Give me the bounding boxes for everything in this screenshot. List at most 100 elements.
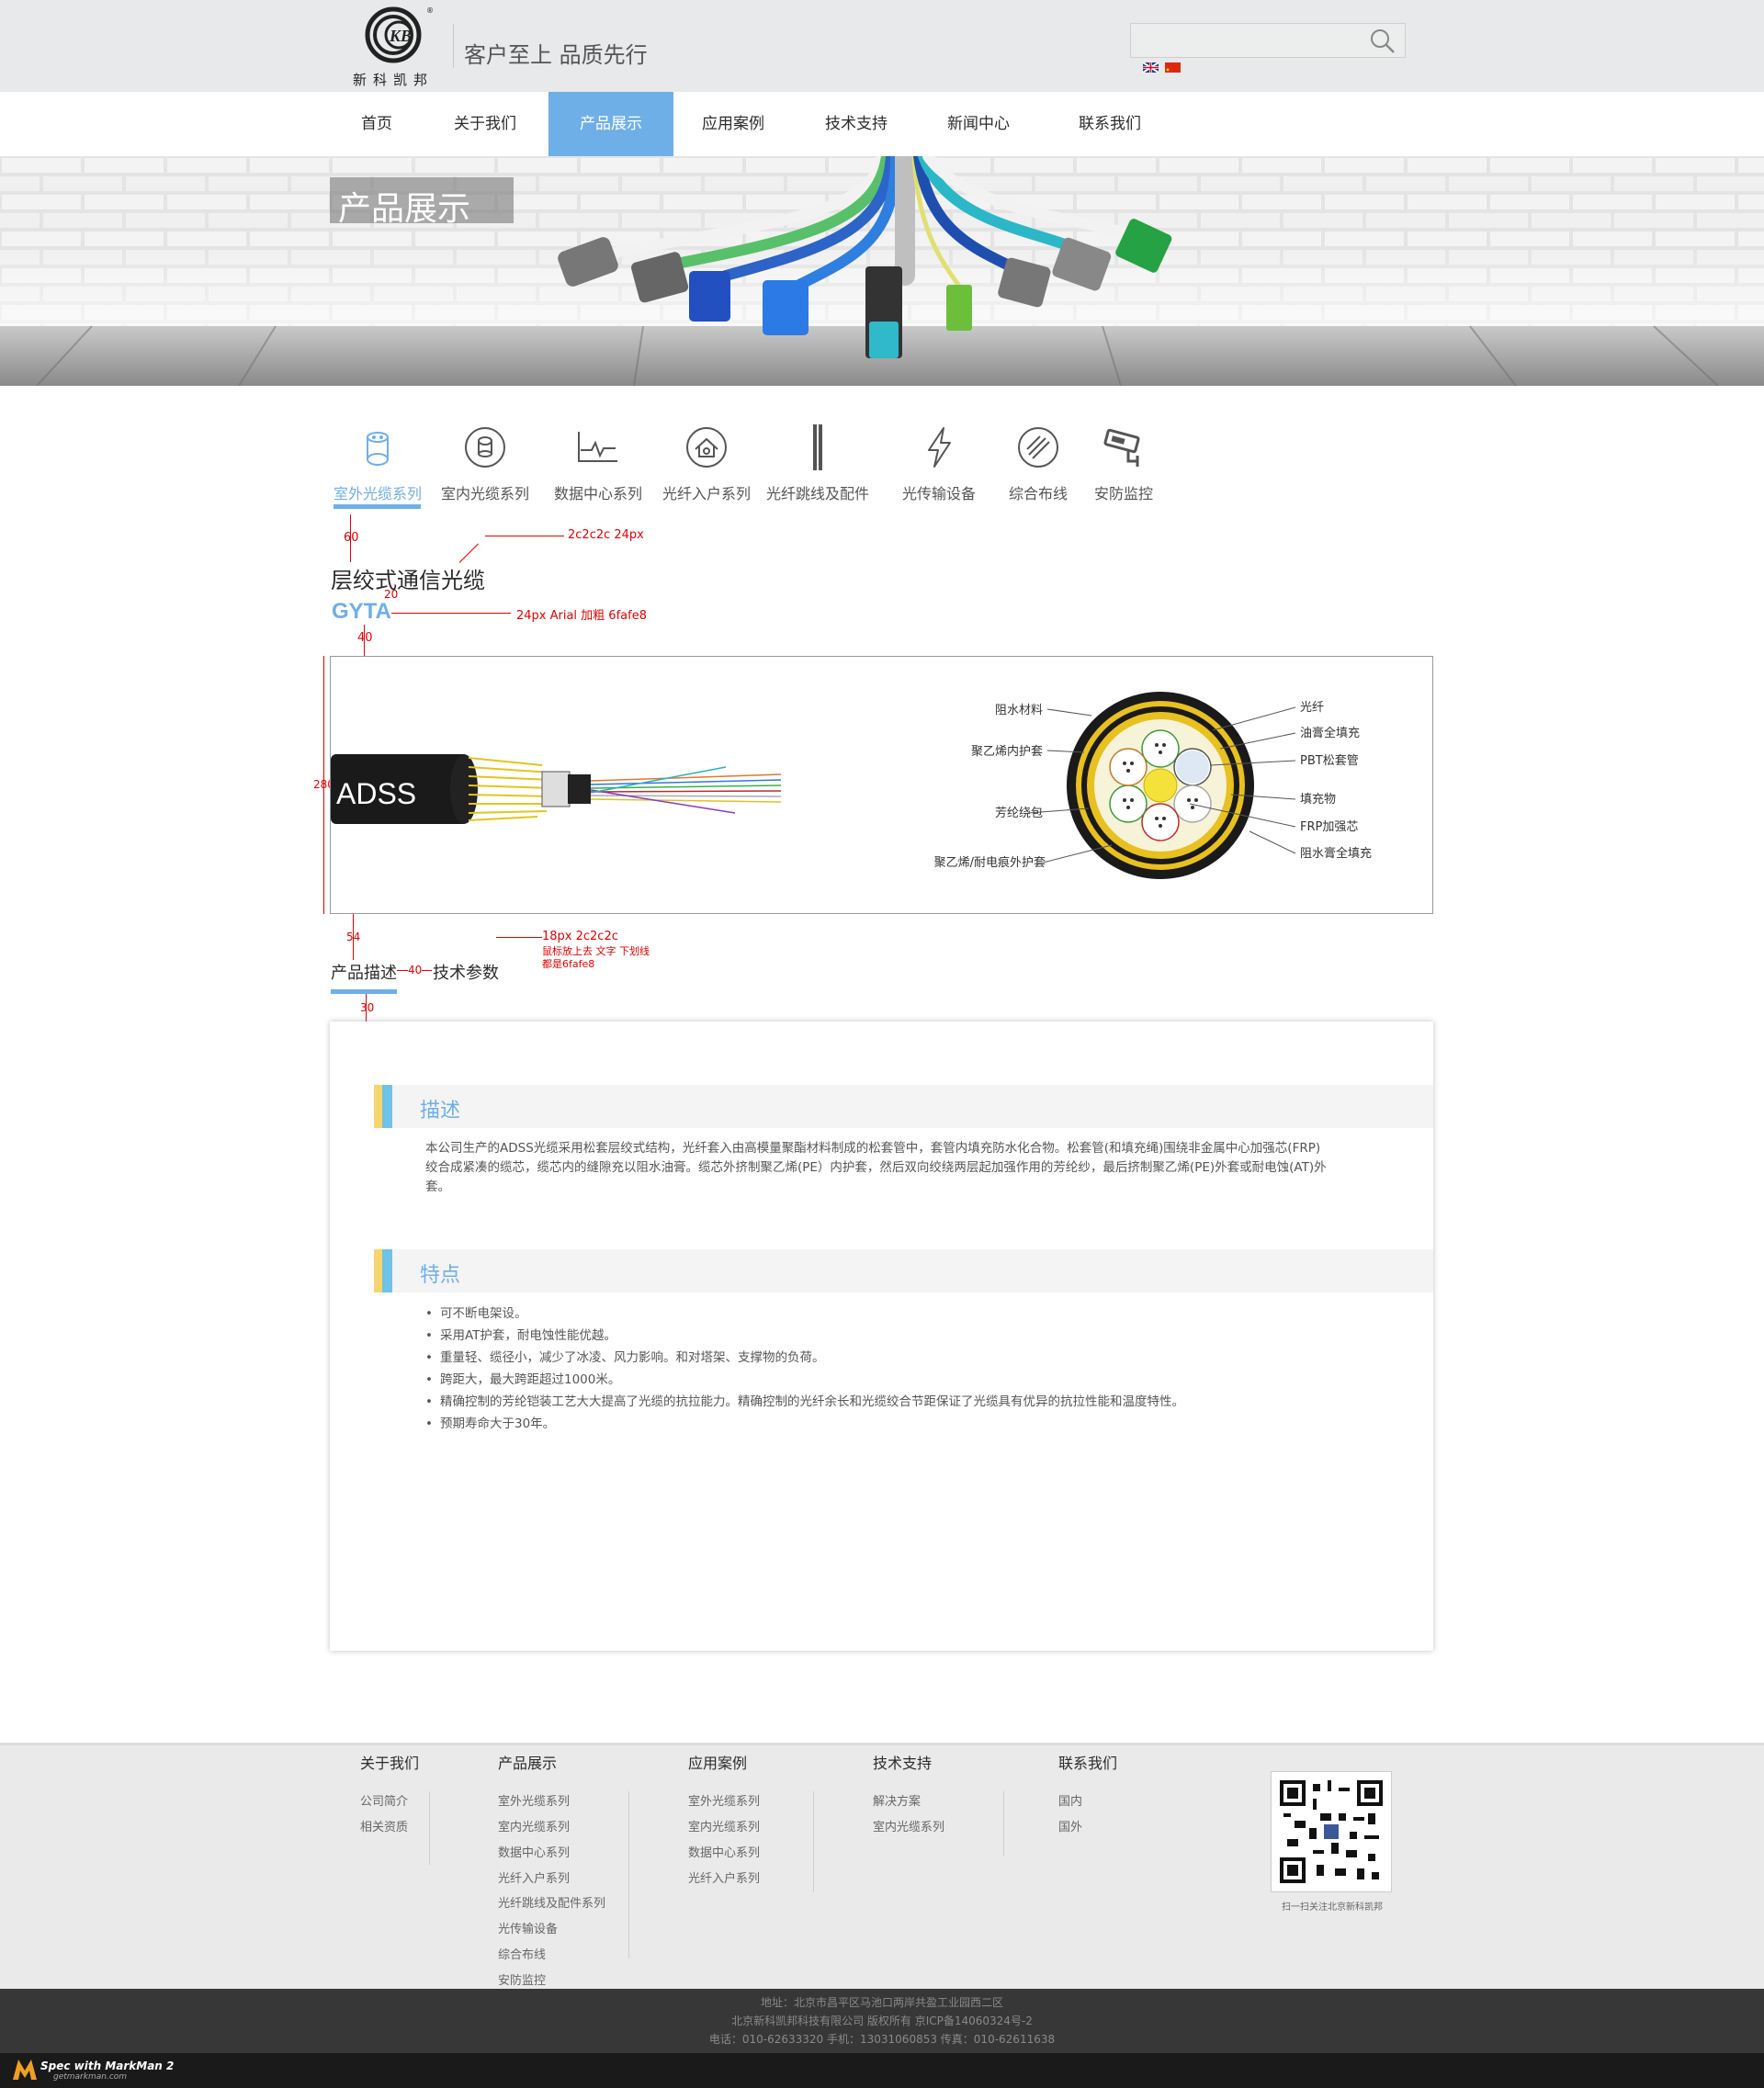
markman-logo-icon <box>13 2060 37 2080</box>
category-patch-cord[interactable]: 光纤跳线及配件 <box>758 424 877 507</box>
nav-cases[interactable]: 应用案例 <box>687 92 779 156</box>
footer-link[interactable]: 数据中心系列 <box>498 1843 570 1860</box>
footer-link[interactable]: 室内光缆系列 <box>498 1817 570 1834</box>
footer-divider <box>1003 1791 1004 1856</box>
product-code: GYTA <box>332 599 391 624</box>
china-flag-icon[interactable] <box>1165 62 1181 73</box>
section-marker <box>382 1249 392 1292</box>
footer-link[interactable]: 解决方案 <box>873 1791 921 1809</box>
diagram-label: 油膏全填充 <box>1300 726 1360 740</box>
annotation-line <box>458 543 479 563</box>
features-heading: 特点 <box>420 1264 461 1287</box>
nav-products[interactable]: 产品展示 <box>548 92 673 156</box>
feature-item: 预期寿命大于30年。 <box>425 1413 1344 1435</box>
markman-url: getmarkman.com <box>53 2072 128 2082</box>
footer-link[interactable]: 公司简介 <box>360 1791 408 1809</box>
category-label: 安防监控 <box>1093 485 1153 502</box>
banner <box>0 156 1764 386</box>
indoor-cable-icon <box>465 427 505 468</box>
footer-divider <box>429 1791 430 1865</box>
product-image: ADSS 阻水材料 聚乙烯内护套 芳纶绕包 聚乙烯/耐电痕外护套 光纤 油膏全填… <box>331 692 1372 879</box>
patch-cord-icon <box>813 424 822 470</box>
diagram-label: 聚乙烯内护套 <box>971 744 1043 759</box>
footer-divider <box>813 1791 814 1892</box>
category-indoor-cable[interactable]: 室内光缆系列 <box>425 424 545 507</box>
section-marker <box>382 1085 392 1128</box>
footer-title-contact: 联系我们 <box>1058 1755 1118 1772</box>
footer-title-cases: 应用案例 <box>688 1755 748 1772</box>
spacing-label: 54 <box>346 931 361 943</box>
slogan: 客户至上 品质先行 <box>464 42 648 68</box>
tab-parameters[interactable]: 技术参数 <box>433 960 499 984</box>
category-outdoor-cable[interactable]: 室外光缆系列 <box>318 424 437 507</box>
diagram-label: 光纤 <box>1300 701 1324 715</box>
product-title: 层绞式通信光缆 <box>331 568 485 593</box>
search-input[interactable] <box>1138 29 1359 53</box>
qr-code-image <box>1280 1780 1383 1883</box>
description-text: 本公司生产的ADSS光缆采用松套层绞式结构，光纤套入由高模量聚酯材料制成的松套管… <box>425 1141 1327 1194</box>
nav-news[interactable]: 新闻中心 <box>933 92 1024 156</box>
annotation-code-font: 24px Arial 加粗 6fafe8 <box>516 609 647 623</box>
footer-link[interactable]: 光纤跳线及配件系列 <box>498 1893 605 1911</box>
footer-link[interactable]: 室内光缆系列 <box>873 1817 944 1834</box>
footer-link[interactable]: 国外 <box>1058 1817 1082 1834</box>
footer-link[interactable]: 相关资质 <box>360 1817 408 1834</box>
footer-link[interactable]: 室外光缆系列 <box>498 1791 570 1809</box>
feature-item: 跨距大，最大跨距超过1000米。 <box>425 1369 1344 1391</box>
category-fiber-home[interactable]: 光纤入户系列 <box>647 424 766 507</box>
cabling-icon <box>1018 427 1058 468</box>
top-header <box>0 0 1764 92</box>
data-center-icon <box>578 432 617 462</box>
footer-address: 地址：北京市昌平区马池口两岸共盈工业园西二区 <box>760 1996 1003 2009</box>
nav-about[interactable]: 关于我们 <box>439 92 531 156</box>
nav-support[interactable]: 技术支持 <box>810 92 902 156</box>
category-data-center[interactable]: 数据中心系列 <box>538 424 658 507</box>
footer-link[interactable]: 数据中心系列 <box>688 1843 760 1860</box>
category-label: 室外光缆系列 <box>333 485 422 502</box>
markman-title: Spec with MarkMan 2 <box>40 2060 175 2072</box>
category-security[interactable]: 安防监控 <box>1064 424 1183 507</box>
diagram-label: 填充物 <box>1300 792 1336 807</box>
footer-link[interactable]: 安防监控 <box>498 1970 546 1988</box>
tab-active-underline <box>331 989 397 994</box>
features-header: 特点 <box>374 1249 1433 1292</box>
diagram-label: PBT松套管 <box>1300 753 1359 768</box>
features-list: 可不断电架设。 采用AT护套，耐电蚀性能优越。 重量轻、缆径小，减少了冰凌、风力… <box>425 1303 1344 1435</box>
footer <box>0 1743 1764 1989</box>
lightning-icon <box>928 427 951 468</box>
footer-copyright: 北京新科凯邦科技有限公司 版权所有 京ICP备14060324号-2 <box>731 2015 1033 2027</box>
outdoor-cable-icon <box>367 432 389 466</box>
svg-text:KB: KB <box>389 27 412 45</box>
annotation-tab-font: 18px 2c2c2c <box>542 930 618 943</box>
search-icon[interactable] <box>1369 28 1396 55</box>
feature-item: 精确控制的芳纶铠装工艺大大提高了光缆的抗拉能力。精确控制的光纤余长和光缆绞合节距… <box>425 1391 1344 1413</box>
main-nav: 首页 关于我们 产品展示 应用案例 技术支持 新闻中心 联系我们 <box>0 92 1764 156</box>
category-label: 光纤跳线及配件 <box>765 485 869 502</box>
tab-description[interactable]: 产品描述 <box>331 960 397 984</box>
category-active-underline <box>334 504 421 509</box>
footer-link[interactable]: 国内 <box>1058 1791 1082 1809</box>
footer-link[interactable]: 光纤入户系列 <box>498 1868 570 1886</box>
markman-bar <box>0 2053 1764 2088</box>
annotation-title-font: 2c2c2c 24px <box>568 528 644 542</box>
diagram-label: 阻水材料 <box>995 704 1043 717</box>
nav-contact[interactable]: 联系我们 <box>1064 92 1156 156</box>
footer-link[interactable]: 光传输设备 <box>498 1919 558 1936</box>
footer-contact: 电话：010-62633320 手机：13031060853 传真：010-62… <box>708 2033 1056 2046</box>
description-heading: 描述 <box>420 1100 461 1123</box>
annotation-line <box>496 937 542 938</box>
footer-link[interactable]: 光纤入户系列 <box>688 1868 760 1886</box>
feature-item: 可不断电架设。 <box>425 1303 1344 1325</box>
svg-text:®: ® <box>426 6 434 15</box>
spacing-label: 40 <box>357 631 373 645</box>
search-box <box>1130 23 1406 58</box>
footer-link[interactable]: 室外光缆系列 <box>688 1791 760 1809</box>
spacing-label: 60 <box>344 531 359 545</box>
footer-link[interactable]: 室内光缆系列 <box>688 1817 760 1834</box>
nav-home[interactable]: 首页 <box>340 92 413 156</box>
annotation-tab-hover: 都是6fafe8 <box>542 958 595 970</box>
footer-link[interactable]: 综合布线 <box>498 1945 546 1962</box>
footer-title-support: 技术支持 <box>873 1755 933 1772</box>
footer-divider <box>628 1791 629 1958</box>
uk-flag-icon[interactable] <box>1143 62 1159 73</box>
